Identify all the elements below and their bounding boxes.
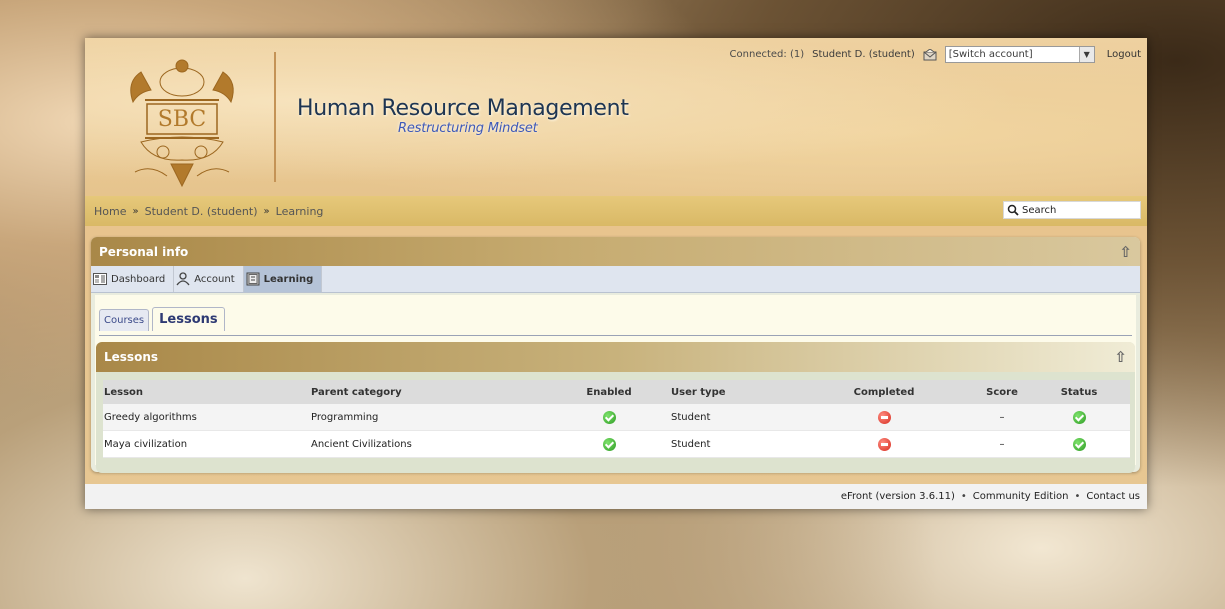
col-parent-category[interactable]: Parent category [310, 380, 548, 404]
tab-lessons[interactable]: Lessons [152, 307, 225, 331]
enabled-check-icon[interactable] [602, 410, 616, 424]
col-lesson[interactable]: Lesson [103, 380, 310, 404]
table-row[interactable]: Maya civilization Ancient Civilizations … [103, 430, 1130, 458]
parent-category: Ancient Civilizations [310, 430, 548, 458]
lessons-title: Lessons [104, 350, 158, 364]
nav-account[interactable]: Account [174, 266, 244, 292]
lesson-name[interactable]: Greedy algorithms [103, 404, 310, 431]
lessons-panel: Lessons ⇧ Lesson Parent category Enabled… [96, 342, 1135, 473]
logout-link[interactable]: Logout [1107, 49, 1141, 60]
user-type: Student [670, 404, 792, 431]
mail-icon[interactable] [923, 48, 937, 61]
col-enabled[interactable]: Enabled [548, 380, 670, 404]
col-completed[interactable]: Completed [792, 380, 976, 404]
panel-title: Personal info [99, 244, 189, 259]
search-input[interactable]: Search [1003, 201, 1141, 219]
site-title: Human Resource Management [297, 96, 629, 121]
connected-users[interactable]: Connected: (1) [730, 49, 805, 60]
breadcrumb-separator: » [263, 205, 270, 217]
table-row[interactable]: Greedy algorithms Programming Student – [103, 404, 1130, 431]
book-icon [246, 272, 260, 286]
breadcrumb-home[interactable]: Home [94, 205, 126, 218]
personal-info-nav: Dashboard Account Learning [91, 266, 1140, 293]
tab-bar: Courses Lessons [99, 307, 225, 331]
breadcrumb-separator: » [132, 205, 139, 217]
nav-dashboard[interactable]: Dashboard [91, 266, 175, 292]
footer-version[interactable]: eFront (version 3.6.11) [841, 491, 955, 502]
collapse-icon[interactable]: ⇧ [1114, 348, 1127, 366]
col-score[interactable]: Score [976, 380, 1028, 404]
lesson-name[interactable]: Maya civilization [103, 430, 310, 458]
search-placeholder: Search [1022, 204, 1057, 216]
score: – [976, 430, 1028, 458]
breadcrumb-learning[interactable]: Learning [276, 205, 324, 218]
dashboard-icon [93, 273, 107, 285]
breadcrumb: Home » Student D. (student) » Learning [94, 205, 323, 218]
not-completed-icon [877, 410, 891, 424]
collapse-icon[interactable]: ⇧ [1119, 243, 1132, 261]
top-bar: Connected: (1) Student D. (student) [Swi… [730, 46, 1141, 63]
svg-text:SBC: SBC [158, 107, 206, 132]
switch-account-value: [Switch account] [948, 49, 1033, 60]
tab-courses[interactable]: Courses [99, 309, 150, 331]
page-container: SBC Human Resource Management Restructur… [85, 38, 1147, 509]
nav-learning[interactable]: Learning [243, 266, 323, 292]
lessons-table: Lesson Parent category Enabled User type… [103, 380, 1130, 458]
not-completed-icon [877, 437, 891, 451]
learning-content: Courses Lessons Lessons ⇧ Lesson Parent … [95, 295, 1136, 473]
breadcrumb-bar: Home » Student D. (student) » Learning [85, 196, 1147, 226]
footer: eFront (version 3.6.11) • Community Edit… [85, 484, 1147, 509]
nav-learning-label: Learning [263, 273, 314, 285]
switch-account-select[interactable]: [Switch account] ▼ [944, 46, 1095, 63]
personal-info-panel: Personal info ⇧ Dashboard Account Learni… [91, 237, 1140, 473]
col-status[interactable]: Status [1028, 380, 1130, 404]
chevron-down-icon[interactable]: ▼ [1078, 47, 1094, 62]
logo-divider [274, 52, 276, 182]
search-icon [1007, 204, 1019, 216]
score: – [976, 404, 1028, 431]
tab-divider [99, 335, 1132, 336]
table-header-row: Lesson Parent category Enabled User type… [103, 380, 1130, 404]
status-check-icon [1072, 437, 1086, 451]
site-subtitle: Restructuring Mindset [398, 121, 538, 136]
parent-category: Programming [310, 404, 548, 431]
breadcrumb-student[interactable]: Student D. (student) [145, 205, 258, 218]
sbc-logo: SBC [130, 59, 234, 188]
user-type: Student [670, 430, 792, 458]
user-icon [176, 272, 190, 286]
footer-contact[interactable]: Contact us [1086, 491, 1140, 502]
nav-account-label: Account [194, 273, 235, 285]
panel-header: Personal info ⇧ [91, 237, 1140, 266]
current-user[interactable]: Student D. (student) [812, 49, 915, 60]
footer-edition[interactable]: Community Edition [973, 491, 1069, 502]
col-user-type[interactable]: User type [670, 380, 792, 404]
status-check-icon [1072, 410, 1086, 424]
footer-separator: • [1074, 491, 1081, 502]
header: SBC Human Resource Management Restructur… [85, 38, 1147, 196]
footer-separator: • [960, 491, 967, 502]
enabled-check-icon[interactable] [602, 437, 616, 451]
nav-dashboard-label: Dashboard [111, 273, 166, 285]
lessons-header: Lessons ⇧ [96, 342, 1135, 372]
